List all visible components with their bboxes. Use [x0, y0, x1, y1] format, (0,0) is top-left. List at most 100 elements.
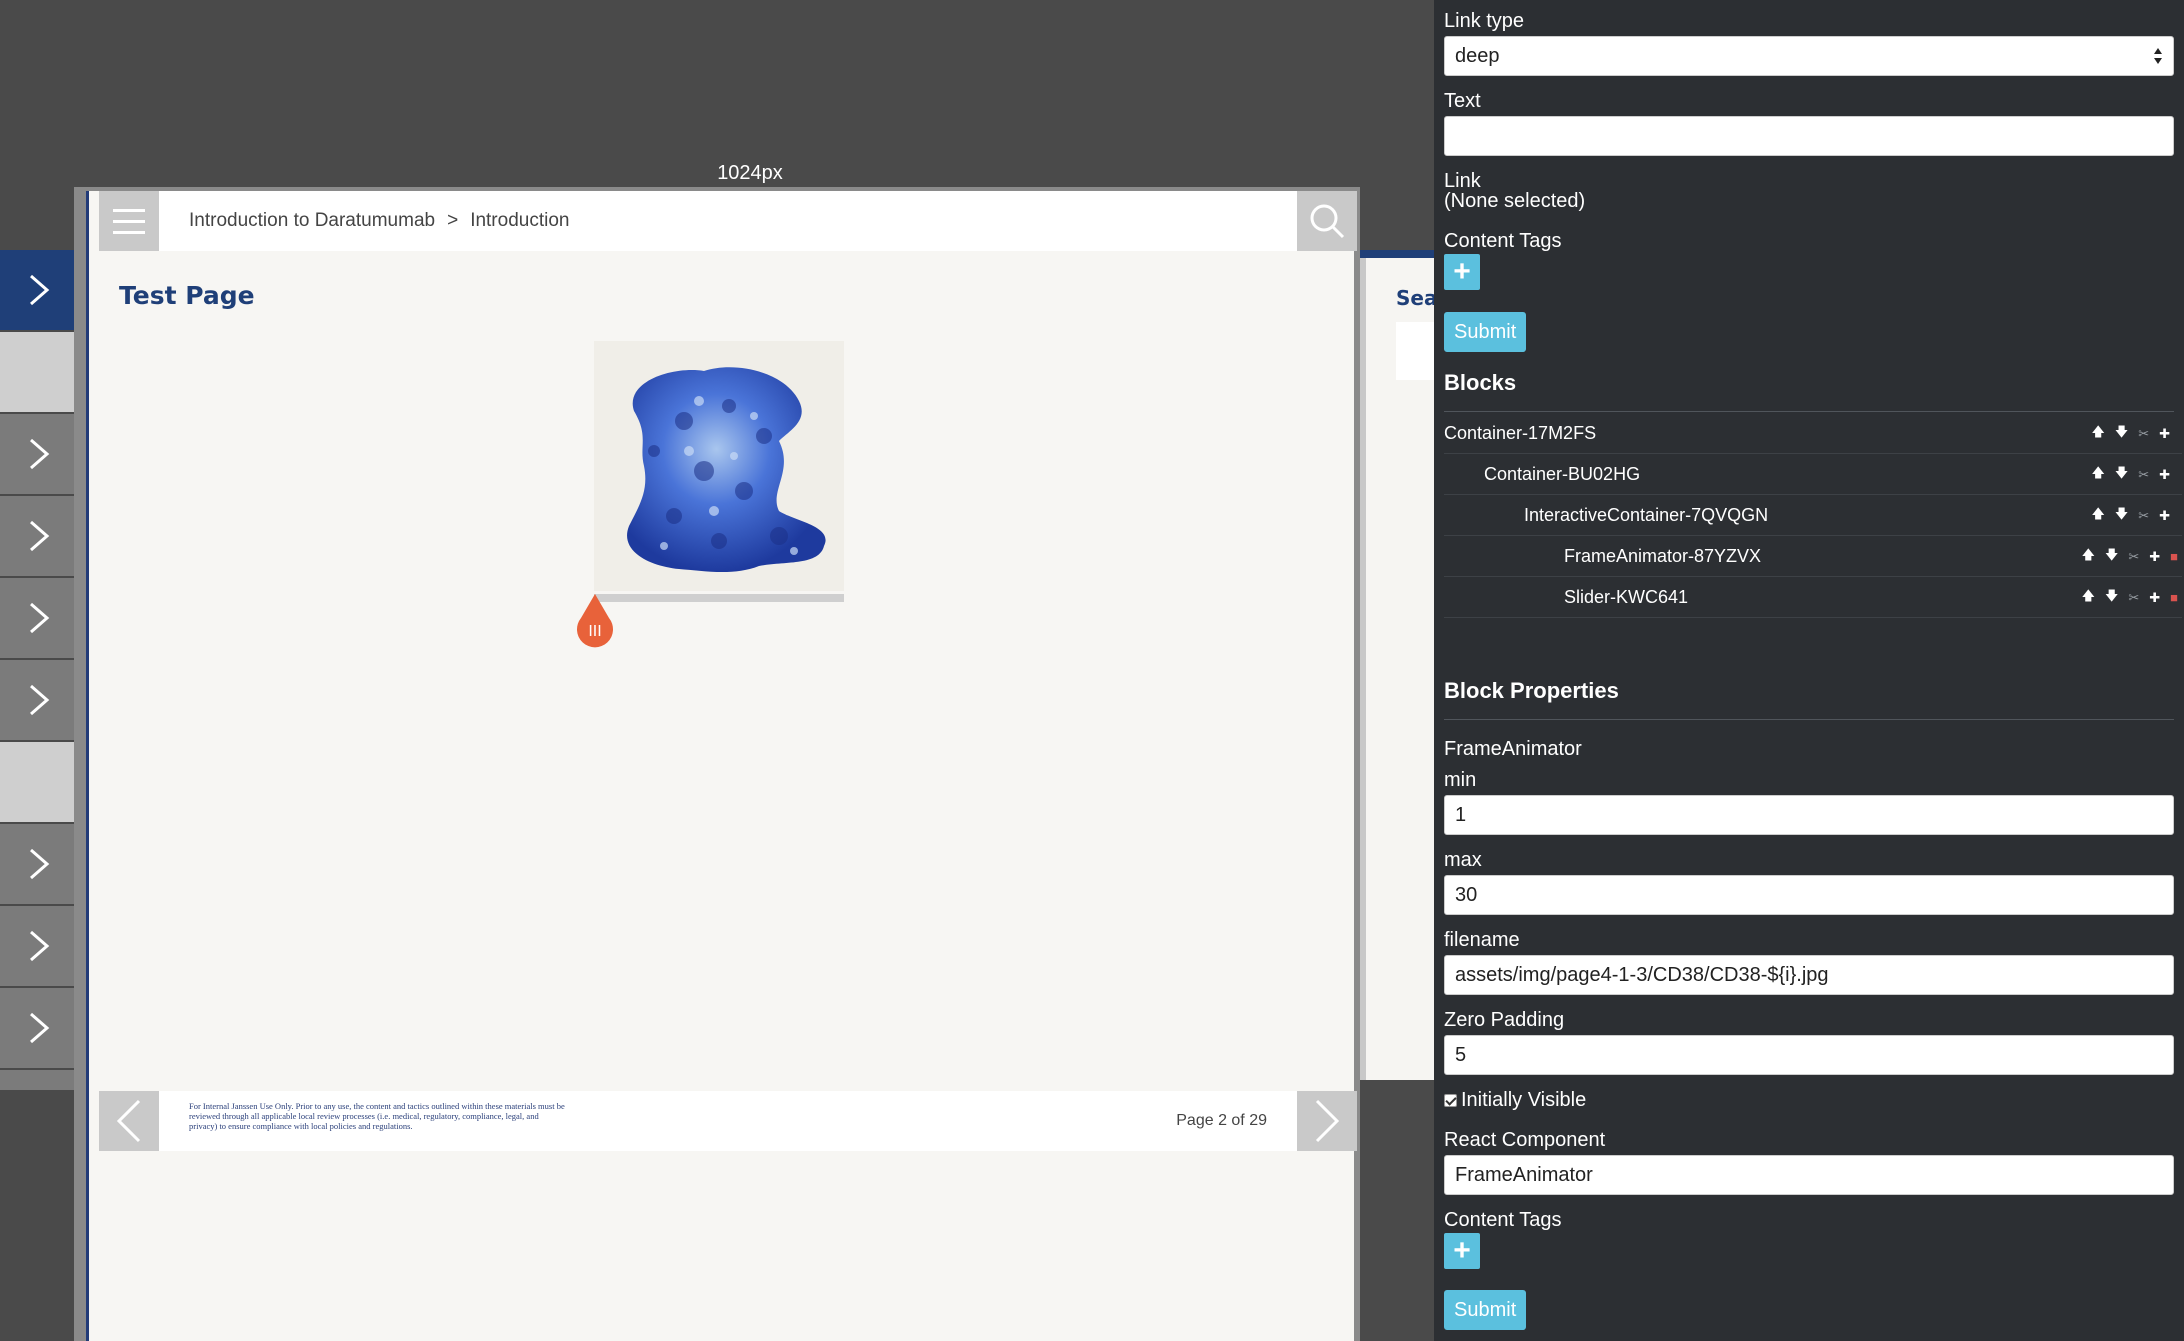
link-type-value: deep: [1455, 44, 1500, 67]
move-up-icon[interactable]: 🡅: [2091, 423, 2104, 445]
chevron-right-icon: [1315, 1099, 1340, 1143]
search-button[interactable]: [1297, 191, 1357, 251]
chevron-right-icon: [29, 930, 49, 962]
delete-icon[interactable]: ■: [2170, 549, 2178, 564]
rail-expand-button[interactable]: [0, 250, 77, 330]
move-up-icon[interactable]: 🡅: [2082, 587, 2095, 609]
move-down-icon[interactable]: 🡇: [2105, 546, 2118, 568]
initially-visible-checkbox[interactable]: [1444, 1094, 1457, 1107]
block-properties-title: Block Properties: [1444, 678, 1619, 703]
rail-blank: [0, 742, 77, 822]
frame-animator-image: [594, 341, 844, 591]
breadcrumb: Introduction to Daratumumab > Introducti…: [189, 191, 569, 251]
filename-label: filename: [1444, 929, 1520, 951]
cut-icon[interactable]: ✂: [2138, 467, 2149, 483]
cut-icon[interactable]: ✂: [2128, 549, 2139, 565]
initially-visible-label: Initially Visible: [1461, 1089, 1587, 1111]
add-icon[interactable]: ✚: [2159, 426, 2170, 442]
link-type-select[interactable]: deep: [1444, 36, 2174, 76]
initially-visible-row: Initially Visible: [1444, 1089, 1586, 1112]
zero-padding-input[interactable]: 5: [1444, 1035, 2174, 1075]
add-icon[interactable]: ✚: [2159, 467, 2170, 483]
block-name: Container-BU02HG: [1484, 463, 1641, 484]
rail-item-button[interactable]: [0, 988, 77, 1068]
text-input[interactable]: [1444, 116, 2174, 156]
move-down-icon[interactable]: 🡇: [2105, 587, 2118, 609]
select-arrows-icon: [2154, 48, 2162, 64]
filename-input[interactable]: assets/img/page4-1-3/CD38/CD38-${i}.jpg: [1444, 955, 2174, 995]
move-up-icon[interactable]: 🡅: [2091, 464, 2104, 486]
chevron-right-icon: [29, 274, 49, 306]
max-input[interactable]: 30: [1444, 875, 2174, 915]
preview-canvas: 1024px Sear: [0, 0, 1434, 1341]
breadcrumb-separator: >: [447, 210, 459, 231]
rail-item-button[interactable]: [0, 660, 77, 740]
breadcrumb-section[interactable]: Introduction: [470, 210, 569, 232]
cut-icon[interactable]: ✂: [2138, 508, 2149, 524]
add-icon[interactable]: ✚: [2149, 590, 2160, 606]
page-footer: For Internal Janssen Use Only. Prior to …: [99, 1091, 1357, 1151]
protein-molecule-illustration: [627, 367, 826, 573]
next-page-button[interactable]: [1297, 1091, 1357, 1151]
rail-item-button[interactable]: [0, 824, 77, 904]
link-value: (None selected): [1444, 190, 1586, 212]
rail-blank: [0, 332, 77, 412]
slider-handle-icon: III: [577, 594, 613, 648]
page-indicator: Page 2 of 29: [1176, 1112, 1267, 1129]
blocks-title: Blocks: [1444, 370, 1517, 395]
rail-item-button[interactable]: [0, 414, 77, 494]
hamburger-icon: [113, 208, 145, 212]
react-component-input[interactable]: FrameAnimator: [1444, 1155, 2174, 1195]
search-icon: [1310, 204, 1345, 239]
rail-item-button[interactable]: [0, 496, 77, 576]
menu-button[interactable]: [99, 191, 159, 251]
block-tree-row[interactable]: FrameAnimator-87YZVX 🡅 🡇 ✂ ✚ ■: [1444, 536, 2182, 577]
text-label: Text: [1444, 90, 1481, 112]
link-type-label: Link type: [1444, 10, 1525, 32]
breadcrumb-course[interactable]: Introduction to Daratumumab: [189, 210, 435, 232]
side-panel-peek: Sear: [1357, 250, 1434, 1080]
move-down-icon[interactable]: 🡇: [2115, 423, 2128, 445]
move-up-icon[interactable]: 🡅: [2082, 546, 2095, 568]
min-label: min: [1444, 769, 1477, 791]
block-tree-row[interactable]: InteractiveContainer-7QVQGN 🡅 🡇 ✂ ✚: [1444, 495, 2182, 536]
rail-item-button[interactable]: [0, 906, 77, 986]
divider: [1444, 411, 2174, 412]
move-up-icon[interactable]: 🡅: [2091, 505, 2104, 527]
add-icon[interactable]: ✚: [2149, 549, 2160, 565]
min-input[interactable]: 1: [1444, 795, 2174, 835]
search-panel-input[interactable]: [1396, 322, 1434, 380]
divider: [1444, 719, 2174, 720]
prev-page-button[interactable]: [99, 1091, 159, 1151]
block-tree-row[interactable]: Container-17M2FS 🡅 🡇 ✂ ✚: [1444, 413, 2182, 454]
slider-handle[interactable]: III: [575, 594, 615, 650]
block-tree-row[interactable]: Slider-KWC641 🡅 🡇 ✂ ✚ ■: [1444, 577, 2182, 618]
slider-track[interactable]: [594, 594, 844, 602]
content-tags-label: Content Tags: [1444, 230, 1562, 252]
search-panel-title: Sear: [1396, 286, 1434, 310]
block-tree-row[interactable]: Container-BU02HG 🡅 🡇 ✂ ✚: [1444, 454, 2182, 495]
react-component-label: React Component: [1444, 1129, 1606, 1151]
chevron-right-icon: [29, 848, 49, 880]
plus-icon: +: [1453, 1234, 1471, 1267]
move-down-icon[interactable]: 🡇: [2115, 505, 2128, 527]
submit-button[interactable]: Submit: [1444, 1290, 1527, 1330]
add-content-tag-button[interactable]: +: [1444, 254, 1480, 290]
add-content-tag-button[interactable]: +: [1444, 1233, 1480, 1269]
move-down-icon[interactable]: 🡇: [2115, 464, 2128, 486]
rail-item-button[interactable]: [0, 1070, 77, 1090]
add-icon[interactable]: ✚: [2159, 508, 2170, 524]
zero-padding-label: Zero Padding: [1444, 1009, 1565, 1031]
svg-text:III: III: [588, 623, 601, 640]
editor-panel: Link type deep Text Link (None selected)…: [1434, 0, 2184, 1341]
chevron-right-icon: [29, 684, 49, 716]
left-rail: [0, 250, 77, 1090]
delete-icon[interactable]: ■: [2170, 590, 2178, 605]
submit-button[interactable]: Submit: [1444, 312, 1527, 352]
component-type-label: FrameAnimator: [1444, 738, 1582, 760]
chevron-right-icon: [29, 1012, 49, 1044]
rail-item-button[interactable]: [0, 578, 77, 658]
page-viewport: Introduction to Daratumumab > Introducti…: [86, 191, 1357, 1341]
cut-icon[interactable]: ✂: [2128, 590, 2139, 606]
cut-icon[interactable]: ✂: [2138, 426, 2149, 442]
